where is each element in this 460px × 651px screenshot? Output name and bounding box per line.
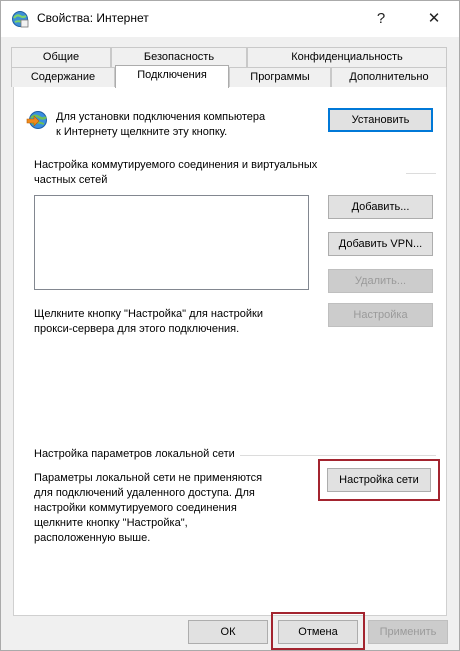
setup-button[interactable]: Установить [328, 108, 433, 132]
lan-heading: Настройка параметров локальной сети [34, 448, 235, 460]
remove-connection-button[interactable]: Удалить... [328, 269, 433, 293]
title-bar: Свойства: Интернет ? ✕ [1, 1, 459, 37]
setup-text-line1: Для установки подключения компьютера [56, 111, 266, 123]
proxy-text-line1: Щелкните кнопку "Настройка" для настройк… [34, 308, 263, 320]
dialup-heading-line2: частных сетей [34, 174, 108, 186]
connections-listbox[interactable] [34, 195, 309, 290]
ok-button[interactable]: ОК [188, 620, 268, 644]
help-button[interactable]: ? [366, 7, 396, 31]
window-title: Свойства: Интернет [37, 11, 149, 25]
internet-properties-window: Свойства: Интернет ? ✕ Общие Безопасност… [0, 0, 460, 651]
close-button[interactable]: ✕ [419, 7, 449, 31]
apply-button[interactable]: Применить [368, 620, 448, 644]
add-connection-button[interactable]: Добавить... [328, 195, 433, 219]
lan-desc-line3: настройки коммутируемого соединения [34, 502, 237, 514]
tab-privacy[interactable]: Конфиденциальность [247, 47, 447, 67]
lan-desc-line2: для подключений удаленного доступа. Для [34, 487, 255, 499]
setup-text-line2: к Интернету щелкните эту кнопку. [56, 126, 228, 138]
cancel-button-highlight [271, 612, 365, 650]
dialog-footer: ОК Отмена Применить [1, 612, 459, 651]
connections-panel: Для установки подключения компьютера к И… [13, 86, 447, 616]
connection-settings-button[interactable]: Настройка [328, 303, 433, 327]
tab-programs[interactable]: Программы [229, 67, 331, 87]
tab-connections[interactable]: Подключения [115, 65, 229, 88]
tab-security[interactable]: Безопасность [111, 47, 247, 67]
internet-options-icon [12, 11, 29, 28]
dialup-heading-line1: Настройка коммутируемого соединения и ви… [34, 159, 318, 171]
lan-settings-button[interactable]: Настройка сети [327, 468, 431, 492]
lan-divider [240, 455, 436, 456]
lan-desc-line1: Параметры локальной сети не применяются [34, 472, 263, 484]
lan-desc-line4: щелкните кнопку "Настройка", [34, 517, 188, 529]
tab-general[interactable]: Общие [11, 47, 111, 67]
tab-advanced[interactable]: Дополнительно [331, 67, 447, 87]
proxy-text-line2: прокси-сервера для этого подключения. [34, 323, 240, 335]
globe-arrow-icon [26, 111, 47, 129]
add-vpn-button[interactable]: Добавить VPN... [328, 232, 433, 256]
dialup-divider [406, 173, 436, 174]
lan-desc-line5: расположенную выше. [34, 532, 151, 544]
tab-content[interactable]: Содержание [11, 67, 115, 87]
